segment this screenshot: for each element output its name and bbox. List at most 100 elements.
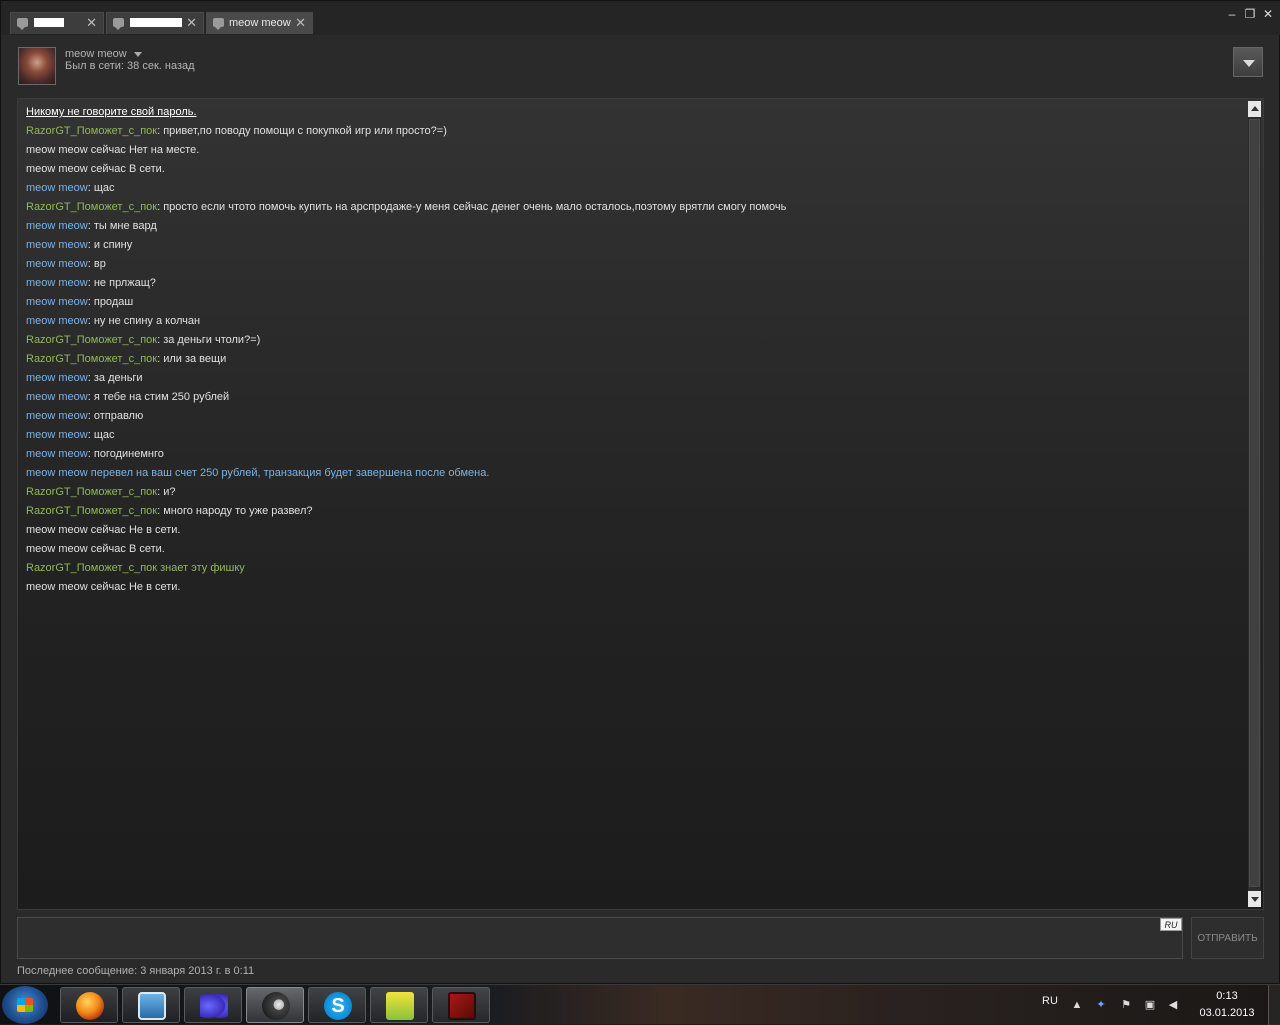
tab-meow-meow[interactable]: meow meow ✕ xyxy=(206,12,313,34)
message-text: : не прлжащ? xyxy=(87,277,156,289)
friend-name[interactable]: meow meow xyxy=(65,48,127,60)
friend-avatar[interactable] xyxy=(18,47,56,85)
message-text[interactable]: Никому не говорите свой пароль. xyxy=(26,106,197,118)
message-sender[interactable]: meow meow xyxy=(26,429,88,441)
message-sender[interactable]: meow meow xyxy=(26,296,88,308)
last-message-timestamp: Последнее сообщение: 3 января 2013 г. в … xyxy=(17,965,255,977)
message-sender[interactable]: RazorGT_Поможет_с_пок xyxy=(26,353,157,365)
start-button[interactable] xyxy=(2,986,48,1024)
message-sender[interactable]: meow meow xyxy=(26,182,88,194)
steam-icon xyxy=(262,992,290,1020)
message-sender[interactable]: RazorGT_Поможет_с_пок xyxy=(26,505,157,517)
message-sender[interactable]: meow meow xyxy=(26,410,88,422)
taskbar-game[interactable] xyxy=(370,987,428,1023)
media-player-icon xyxy=(138,992,166,1020)
action-center-flag-icon[interactable]: ⚑ xyxy=(1120,999,1132,1011)
chat-message: RazorGT_Поможет_с_пок: просто если чтото… xyxy=(26,198,1241,217)
taskbar-media-player[interactable] xyxy=(122,987,180,1023)
chat-message: RazorGT_Поможет_с_пок: и? xyxy=(26,483,1241,502)
tab-chat-2[interactable]: ✕ xyxy=(106,12,204,34)
message-text: meow meow сейчас В сети. xyxy=(26,163,165,175)
chat-message: RazorGT_Поможет_с_пок: за деньги чтоли?=… xyxy=(26,331,1241,350)
skype-icon: S xyxy=(324,992,352,1020)
chat-message: meow meow сейчас В сети. xyxy=(26,160,1241,179)
scroll-up-button[interactable] xyxy=(1248,101,1261,117)
friend-header: meow meow Был в сети: 38 сек. назад xyxy=(9,37,1273,93)
scroll-thumb[interactable] xyxy=(1249,119,1260,887)
message-sender[interactable]: RazorGT_Поможет_с_пок xyxy=(26,125,157,137)
taskbar-firefox[interactable] xyxy=(60,987,118,1023)
tray-expand-icon[interactable]: ▲ xyxy=(1071,999,1083,1011)
message-sender[interactable]: RazorGT_Поможет_с_пок xyxy=(26,334,157,346)
message-sender[interactable]: meow meow xyxy=(26,258,88,270)
message-sender[interactable]: meow meow xyxy=(26,448,88,460)
message-sender[interactable]: RazorGT_Поможет_с_пок xyxy=(26,201,157,213)
tab-label: meow meow xyxy=(229,17,291,29)
friend-status: Был в сети: 38 сек. назад xyxy=(65,60,195,72)
message-sender[interactable]: meow meow xyxy=(26,239,88,251)
message-sender[interactable]: RazorGT_Поможет_с_пок xyxy=(26,486,157,498)
chat-message: meow meow: за деньги xyxy=(26,369,1241,388)
chat-message: meow meow перевел на ваш счет 250 рублей… xyxy=(26,464,1241,483)
message-text: : я тебе на стим 250 рублей xyxy=(87,391,230,403)
message-text: : привет,по поводу помощи с покупкой игр… xyxy=(157,125,447,137)
scrollbar[interactable] xyxy=(1248,101,1261,907)
close-button[interactable]: ✕ xyxy=(1261,7,1275,21)
redacted-tab-label xyxy=(34,18,64,27)
message-sender[interactable]: meow meow xyxy=(26,372,88,384)
message-text: : много народу то уже развел? xyxy=(157,505,313,517)
message-text: : или за вещи xyxy=(157,353,227,365)
message-text: : погодинемнго xyxy=(87,448,164,460)
message-sender[interactable]: meow meow xyxy=(26,277,88,289)
minimize-button[interactable]: – xyxy=(1225,7,1239,21)
tab-close-icon[interactable]: ✕ xyxy=(86,16,97,30)
message-sender[interactable]: meow meow xyxy=(26,315,88,327)
redacted-tab-label xyxy=(130,18,182,27)
taskbar: S RU ▲ ✦ ⚑ ▣ ◀ 0:13 03.01.2013 xyxy=(0,984,1280,1025)
message-text: : щас xyxy=(87,429,115,441)
message-text: : отправлю xyxy=(87,410,144,422)
chat-log: Никому не говорите свой пароль. RazorGT_П… xyxy=(17,98,1264,910)
message-input[interactable] xyxy=(17,917,1183,959)
scroll-down-button[interactable] xyxy=(1248,891,1261,907)
taskbar-dota[interactable] xyxy=(432,987,490,1023)
chat-message: meow meow: и спину xyxy=(26,236,1241,255)
network-icon[interactable]: ▣ xyxy=(1144,999,1156,1011)
message-text: : вр xyxy=(87,258,106,270)
taskbar-steam[interactable] xyxy=(246,987,304,1023)
chat-message: meow meow сейчас В сети. xyxy=(26,540,1241,559)
message-list: Никому не говорите свой пароль. RazorGT_П… xyxy=(26,103,1241,597)
tab-chat-1[interactable]: ✕ xyxy=(10,12,104,34)
chat-message: meow meow: щас xyxy=(26,179,1241,198)
chat-message: Никому не говорите свой пароль. xyxy=(26,103,1241,122)
show-desktop-button[interactable] xyxy=(1268,985,1280,1025)
message-sender[interactable]: meow meow xyxy=(26,220,88,232)
chat-menu-button[interactable] xyxy=(1233,47,1263,77)
message-text: RazorGT_Поможет_с_пок знает эту фишку xyxy=(26,562,245,574)
taskbar-skype[interactable]: S xyxy=(308,987,366,1023)
tab-close-icon[interactable]: ✕ xyxy=(186,16,197,30)
chat-message: meow meow сейчас Не в сети. xyxy=(26,521,1241,540)
message-text: : просто если чтото помочь купить на арс… xyxy=(157,201,787,213)
message-text: meow meow перевел на ваш счет 250 рублей… xyxy=(26,467,490,479)
game-icon xyxy=(386,992,414,1020)
chat-message: RazorGT_Поможет_с_пок: много народу то у… xyxy=(26,502,1241,521)
clock-date[interactable]: 03.01.2013 xyxy=(1196,1007,1258,1019)
chat-message: meow meow: ты мне вард xyxy=(26,217,1241,236)
message-sender[interactable]: meow meow xyxy=(26,391,88,403)
tab-bar: ✕ ✕ meow meow ✕ – ❐ ✕ xyxy=(1,1,1280,35)
chevron-down-icon[interactable] xyxy=(134,52,142,57)
dota-icon xyxy=(448,992,476,1020)
clock-time[interactable]: 0:13 xyxy=(1200,990,1254,1002)
firefox-icon xyxy=(76,992,104,1020)
restore-button[interactable]: ❐ xyxy=(1243,7,1257,21)
send-button[interactable]: ОТПРАВИТЬ xyxy=(1191,917,1264,959)
taskbar-butterfly-app[interactable] xyxy=(184,987,242,1023)
tray-butterfly-icon[interactable]: ✦ xyxy=(1095,999,1107,1011)
volume-icon[interactable]: ◀ xyxy=(1167,999,1179,1011)
message-text: meow meow сейчас Не в сети. xyxy=(26,581,181,593)
chat-message: RazorGT_Поможет_с_пок: привет,по поводу … xyxy=(26,122,1241,141)
chat-message: RazorGT_Поможет_с_пок: или за вещи xyxy=(26,350,1241,369)
language-indicator[interactable]: RU xyxy=(1042,995,1058,1007)
tab-close-icon[interactable]: ✕ xyxy=(295,16,306,30)
